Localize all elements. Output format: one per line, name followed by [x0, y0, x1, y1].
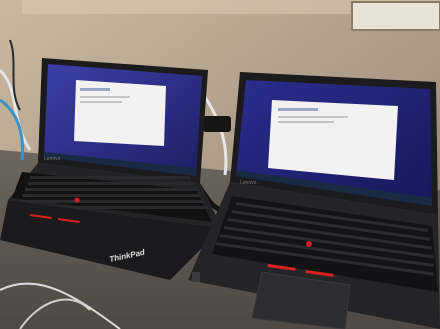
left-bezel-logo: Lenovo — [44, 156, 61, 162]
left-trackpoint — [74, 197, 80, 203]
left-window-text-2 — [80, 101, 122, 103]
right-window-text — [278, 116, 348, 118]
right-window-title — [278, 108, 318, 111]
power-adapter — [203, 116, 231, 132]
right-fingerprint — [192, 272, 200, 282]
right-window-text-2 — [278, 121, 334, 123]
left-window-title — [80, 88, 110, 91]
photo-scene: Lenovo ThinkPad Lenovo — [0, 0, 440, 329]
left-window-text — [80, 96, 130, 98]
wall-frame — [351, 1, 440, 31]
right-setup-window — [268, 100, 398, 180]
right-trackpoint — [306, 241, 312, 247]
scene-svg: Lenovo ThinkPad Lenovo — [0, 0, 440, 329]
